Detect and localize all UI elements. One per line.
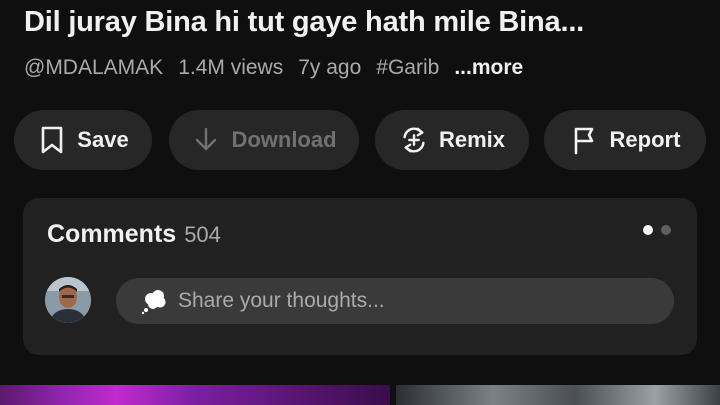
remix-button[interactable]: Remix	[375, 110, 529, 170]
download-button[interactable]: Download	[169, 110, 359, 170]
thought-bubble-icon	[140, 286, 170, 316]
video-thumbnail[interactable]	[396, 385, 720, 405]
report-label: Report	[609, 127, 681, 152]
flag-icon	[570, 125, 600, 155]
comments-panel[interactable]: Comments 504 Share your thoughts...	[23, 198, 697, 355]
pager-dot-active	[643, 225, 653, 235]
comments-title: Comments	[47, 220, 177, 248]
comments-header: Comments 504	[47, 220, 221, 249]
download-icon	[191, 125, 221, 155]
video-thumbnail[interactable]	[0, 385, 390, 405]
comment-input[interactable]: Share your thoughts...	[116, 278, 674, 324]
remix-label: Remix	[438, 127, 506, 152]
comments-count: 504	[184, 222, 221, 247]
report-button[interactable]: Report	[544, 110, 706, 170]
more-link[interactable]: ...more	[454, 56, 523, 80]
view-count: 1.4M views	[178, 56, 284, 79]
avatar[interactable]	[45, 277, 91, 323]
download-label: Download	[231, 127, 337, 152]
video-title[interactable]: Dil juray Bina hi tut gaye hath mile Bin…	[24, 4, 704, 40]
save-button[interactable]: Save	[14, 110, 152, 170]
hashtag-link[interactable]: #Garib	[376, 56, 439, 80]
video-metadata[interactable]: @MDALAMAK 1.4M views 7y ago #Garib ...mo…	[24, 54, 523, 82]
bookmark-icon	[37, 125, 67, 155]
save-label: Save	[77, 127, 129, 152]
channel-handle[interactable]: @MDALAMAK	[24, 56, 163, 80]
upload-age: 7y ago	[298, 56, 362, 79]
next-video-thumbnails[interactable]	[0, 385, 720, 405]
action-bar: Save Download Remix Report	[14, 110, 714, 170]
comment-placeholder: Share your thoughts...	[178, 289, 385, 312]
comments-pager	[643, 225, 671, 235]
pager-dot	[661, 225, 671, 235]
remix-icon	[399, 125, 429, 155]
